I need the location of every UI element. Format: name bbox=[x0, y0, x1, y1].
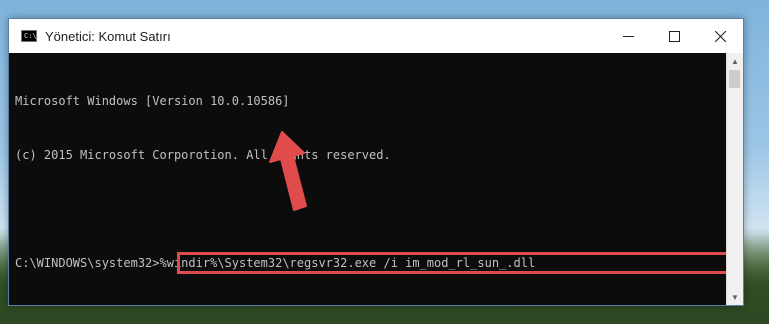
console-line-version: Microsoft Windows [Version 10.0.10586] bbox=[15, 94, 290, 108]
console-line-copyright: (c) 2015 Microsoft Corporotion. All righ… bbox=[15, 148, 391, 162]
window-controls bbox=[605, 19, 743, 53]
scroll-thumb[interactable] bbox=[729, 70, 740, 88]
command-highlight-box bbox=[177, 252, 731, 274]
close-button[interactable] bbox=[697, 19, 743, 53]
window-title: Yönetici: Komut Satırı bbox=[45, 28, 171, 44]
minimize-icon bbox=[622, 35, 634, 37]
cmd-icon: C:\ bbox=[21, 30, 37, 42]
pointer-arrow-icon bbox=[269, 131, 307, 211]
title-bar[interactable]: C:\ Yönetici: Komut Satırı bbox=[9, 19, 743, 53]
maximize-icon bbox=[668, 30, 680, 42]
console-output[interactable]: Microsoft Windows [Version 10.0.10586] (… bbox=[9, 53, 731, 305]
vertical-scrollbar[interactable]: ▲ ▼ bbox=[726, 53, 743, 305]
console-prompt-line[interactable]: C:\WINDOWS\system32>%windir%\System32\re… bbox=[15, 252, 731, 274]
minimize-button[interactable] bbox=[605, 19, 651, 53]
scroll-down-arrow-icon[interactable]: ▼ bbox=[727, 289, 743, 305]
close-icon bbox=[714, 30, 726, 42]
prompt-path: C:\WINDOWS\system32> bbox=[15, 256, 160, 270]
maximize-button[interactable] bbox=[651, 19, 697, 53]
scroll-up-arrow-icon[interactable]: ▲ bbox=[727, 53, 743, 69]
command-prompt-window[interactable]: C:\ Yönetici: Komut Satırı Microsoft Win… bbox=[8, 18, 744, 306]
